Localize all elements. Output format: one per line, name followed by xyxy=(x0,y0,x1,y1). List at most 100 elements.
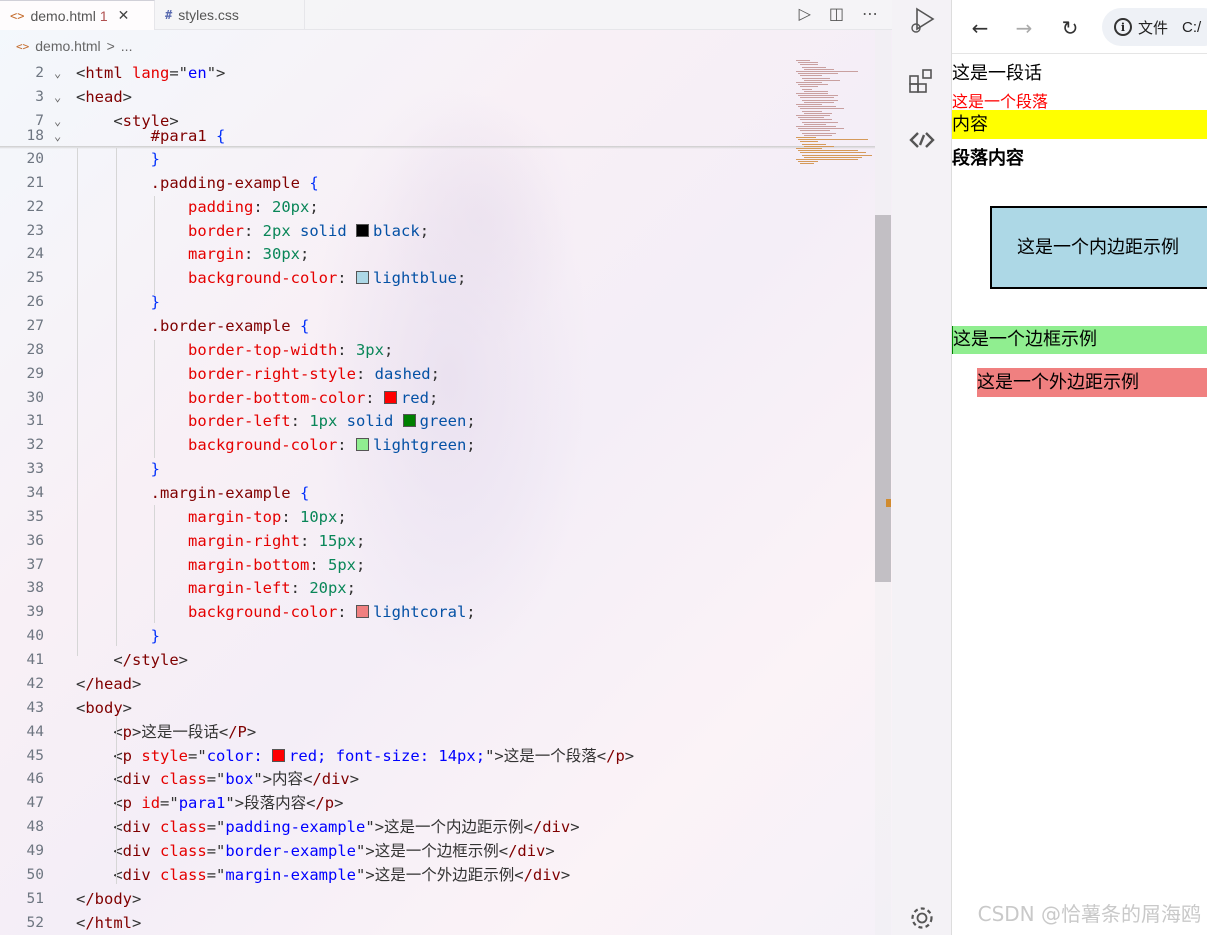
code-line[interactable]: 31 border-left: 1px solid green; xyxy=(0,409,875,433)
code-line[interactable]: 35 margin-top: 10px; xyxy=(0,505,875,529)
code-line[interactable]: 48 <div class="padding-example">这是一个内边距示… xyxy=(0,815,875,839)
code-line[interactable]: 36 margin-right: 15px; xyxy=(0,529,875,553)
line-text: <head> xyxy=(76,88,133,106)
remote-icon[interactable] xyxy=(906,124,938,156)
box-div: 内容 xyxy=(952,110,1207,139)
code-line[interactable]: 32 background-color: lightgreen; xyxy=(0,433,875,457)
code-line[interactable]: 37 margin-bottom: 5px; xyxy=(0,553,875,577)
minimap-line xyxy=(800,86,818,88)
code-line[interactable]: 30 border-bottom-color: red; xyxy=(0,386,875,410)
tab-styles-css[interactable]: # styles.css xyxy=(155,0,305,30)
minimap-line xyxy=(804,156,862,158)
code-editor[interactable]: <> demo.html 1 ✕ # styles.css ▷ ◫ ⋯ <> d… xyxy=(0,0,892,935)
code-line[interactable]: 3 ⌄ <head> xyxy=(0,85,875,109)
info-icon[interactable]: i xyxy=(1114,18,1132,36)
code-line[interactable]: 44 <p>这是一段话</P> xyxy=(0,720,875,744)
code-line[interactable]: 39 background-color: lightcoral; xyxy=(0,600,875,624)
line-number: 2 xyxy=(35,65,44,81)
line-text: border-right-style: dashed; xyxy=(187,364,440,383)
code-line[interactable]: 46 <div class="box">内容</div> xyxy=(0,767,875,791)
code-line[interactable]: 34 .margin-example { xyxy=(0,481,875,505)
code-line[interactable]: 18 ⌄ #para1 { xyxy=(0,124,875,148)
extensions-icon[interactable] xyxy=(906,66,938,98)
tab-demo-html[interactable]: <> demo.html 1 ✕ xyxy=(0,0,155,30)
minimap[interactable] xyxy=(796,60,876,170)
code-line[interactable]: 42 </head> xyxy=(0,672,875,696)
color-swatch[interactable] xyxy=(355,271,369,285)
settings-gear-icon[interactable] xyxy=(906,902,938,934)
line-text: margin-left: 20px; xyxy=(187,579,356,598)
line-text: <div class="margin-example">这是一个外边距示例</d… xyxy=(113,865,571,884)
code-line[interactable]: 33 } xyxy=(0,457,875,481)
address-path[interactable]: C:/ xyxy=(1182,19,1201,36)
color-swatch[interactable] xyxy=(355,605,369,619)
line-text: border-top-width: 3px; xyxy=(187,340,394,359)
line-number: 47 xyxy=(26,795,44,812)
indent-guide xyxy=(154,505,155,623)
color-swatch[interactable] xyxy=(383,390,397,404)
scrollbar-thumb[interactable] xyxy=(875,215,891,582)
fold-chevron-icon[interactable]: ⌄ xyxy=(54,124,61,148)
breadcrumb-file[interactable]: demo.html xyxy=(35,38,100,54)
code-line[interactable]: 21 .padding-example { xyxy=(0,171,875,195)
code-line[interactable]: 20 } xyxy=(0,147,875,171)
line-number: 3 xyxy=(35,89,44,105)
html-file-icon: <> xyxy=(10,8,25,23)
color-swatch[interactable] xyxy=(272,748,286,762)
breadcrumb[interactable]: <> demo.html > ... xyxy=(16,38,132,54)
more-actions-icon[interactable]: ⋯ xyxy=(862,4,878,23)
css-file-icon: # xyxy=(165,8,173,22)
code-line[interactable]: 41 </style> xyxy=(0,648,875,672)
minimap-line xyxy=(796,115,830,116)
code-line[interactable]: 45 <p style="color: red; font-size: 14px… xyxy=(0,744,875,768)
code-line[interactable]: 49 <div class="border-example">这是一个边框示例<… xyxy=(0,839,875,863)
color-swatch[interactable] xyxy=(402,414,416,428)
fold-chevron-icon[interactable]: ⌄ xyxy=(54,85,61,109)
minimap-line xyxy=(798,161,818,163)
code-line[interactable]: 2 ⌄ <html lang="en"> xyxy=(0,61,875,85)
indent-guide xyxy=(77,148,78,656)
fold-chevron-icon[interactable]: ⌄ xyxy=(54,61,61,85)
code-line[interactable]: 26 } xyxy=(0,290,875,314)
code-line[interactable]: 22 padding: 20px; xyxy=(0,195,875,219)
close-icon[interactable]: ✕ xyxy=(118,7,130,24)
indent-guide xyxy=(154,196,155,296)
breadcrumb-more[interactable]: ... xyxy=(121,38,133,54)
line-text: <p>这是一段话</P> xyxy=(113,722,257,741)
line-number: 34 xyxy=(26,485,44,502)
line-number: 27 xyxy=(26,318,44,335)
address-bar[interactable]: i 文件 C:/ xyxy=(1102,8,1207,46)
code-line[interactable]: 23 border: 2px solid black; xyxy=(0,219,875,243)
code-line[interactable]: 43 <body> xyxy=(0,696,875,720)
color-swatch[interactable] xyxy=(355,438,369,452)
code-line[interactable]: 38 margin-left: 20px; xyxy=(0,576,875,600)
minimap-line xyxy=(804,145,834,147)
code-line[interactable]: 51 </body> xyxy=(0,887,875,911)
code-line[interactable]: 52 </html> xyxy=(0,911,875,935)
code-line[interactable]: 47 <p id="para1">段落内容</p> xyxy=(0,791,875,815)
line-number: 36 xyxy=(26,532,44,549)
reload-button[interactable]: ↻ xyxy=(1056,14,1084,42)
code-line[interactable]: 25 background-color: lightblue; xyxy=(0,266,875,290)
code-line[interactable]: 40 } xyxy=(0,624,875,648)
line-text: <div class="box">内容</div> xyxy=(113,770,360,789)
run-icon[interactable]: ▷ xyxy=(799,4,811,23)
line-number: 44 xyxy=(26,723,44,740)
run-debug-icon[interactable] xyxy=(906,4,938,36)
code-line[interactable]: 28 border-top-width: 3px; xyxy=(0,338,875,362)
padding-example-div: 这是一个内边距示例 xyxy=(990,206,1207,289)
line-number: 51 xyxy=(26,890,44,907)
back-button[interactable]: ← xyxy=(966,14,994,42)
line-text: border-left: 1px solid green; xyxy=(187,412,476,431)
line-number: 22 xyxy=(26,198,44,215)
code-line[interactable]: 27 .border-example { xyxy=(0,314,875,338)
minimap-line xyxy=(800,130,830,132)
code-line[interactable]: 50 <div class="margin-example">这是一个外边距示例… xyxy=(0,863,875,887)
scrollbar-marker xyxy=(886,499,891,507)
color-swatch[interactable] xyxy=(356,223,370,237)
forward-button[interactable]: → xyxy=(1010,14,1038,42)
code-line[interactable]: 29 border-right-style: dashed; xyxy=(0,362,875,386)
split-editor-icon[interactable]: ◫ xyxy=(829,4,844,23)
code-line[interactable]: 24 margin: 30px; xyxy=(0,242,875,266)
minimap-line xyxy=(796,60,810,61)
